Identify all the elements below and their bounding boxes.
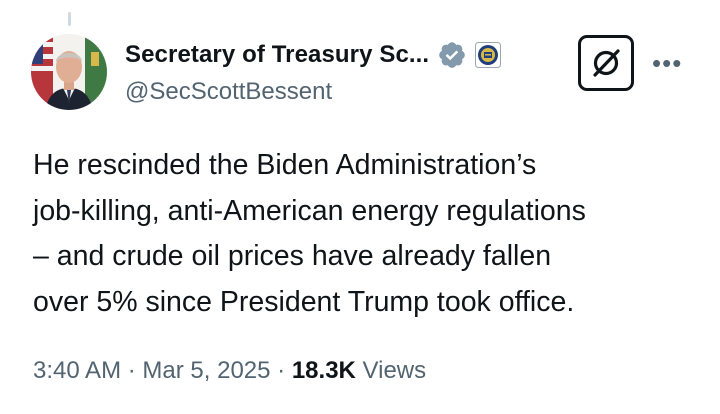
more-options-icon[interactable]: ••• <box>652 50 682 76</box>
tweet-metadata: 3:40 AM · Mar 5, 2025 · 18.3K Views <box>33 357 426 385</box>
avatar-image <box>31 34 107 110</box>
tweet-text-line: – and crude oil prices have already fall… <box>33 240 552 272</box>
tweet-time[interactable]: 3:40 AM <box>33 357 121 384</box>
meta-separator: · <box>127 357 136 384</box>
author-handle[interactable]: @SecScottBessent <box>125 78 332 106</box>
thread-connector-line <box>68 12 71 26</box>
tweet-text-line: over 5% since President Trump took offic… <box>33 285 575 318</box>
views-count[interactable]: 18.3K <box>292 357 356 384</box>
treasury-seal-icon[interactable] <box>475 42 502 68</box>
tweet-text: He rescinded the Biden Administration’s … <box>33 143 703 325</box>
tweet-text-line: He rescinded the Biden Administration’s <box>33 149 537 181</box>
grok-icon <box>593 49 620 77</box>
verified-badge-icon[interactable] <box>437 40 467 70</box>
grok-button[interactable] <box>578 35 634 91</box>
avatar[interactable] <box>31 34 107 110</box>
author-display-name[interactable]: Secretary of Treasury Sc... <box>125 41 429 69</box>
author-name-row: Secretary of Treasury Sc... <box>125 38 502 72</box>
tweet-text-line: job-killing, anti-American energy regula… <box>33 194 586 227</box>
tweet-date[interactable]: Mar 5, 2025 <box>142 357 270 384</box>
meta-separator: · <box>277 357 286 384</box>
views-label: Views <box>362 357 427 384</box>
